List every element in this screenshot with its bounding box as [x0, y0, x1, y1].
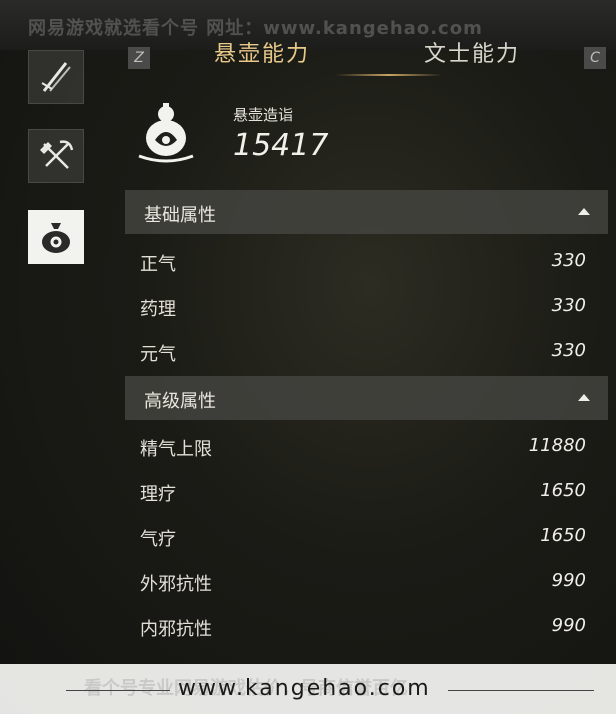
attribute-value: 1650	[540, 525, 586, 546]
next-tab-key-hint[interactable]: C	[584, 47, 606, 69]
attribute-value: 330	[551, 295, 586, 316]
attribute-row: 气疗 1650	[125, 517, 608, 557]
attribute-row: 元气 330	[125, 332, 608, 372]
attribute-label: 元气	[140, 344, 176, 365]
tab-xuanhu-ability[interactable]: 悬壶能力	[214, 40, 310, 70]
footer-divider	[66, 690, 170, 691]
attribute-row: 内邪抗性 990	[125, 607, 608, 647]
attribute-value: 1650	[540, 480, 586, 501]
score-value: 15417	[233, 128, 329, 163]
attribute-label: 精气上限	[140, 439, 212, 460]
attribute-label: 气疗	[140, 529, 176, 550]
attribute-row: 外邪抗性 990	[125, 562, 608, 602]
attribute-row: 药理 330	[125, 287, 608, 327]
attribute-label: 内邪抗性	[140, 619, 212, 640]
sidebar-item-medicine[interactable]	[28, 210, 84, 264]
attribute-value: 330	[551, 250, 586, 271]
attribute-row: 理疗 1650	[125, 472, 608, 512]
attribute-row: 精气上限 11880	[125, 427, 608, 467]
footer-divider	[448, 690, 594, 691]
attribute-value: 11880	[528, 435, 586, 456]
attribute-label: 外邪抗性	[140, 574, 212, 595]
prev-tab-key-hint[interactable]: Z	[128, 47, 150, 69]
attribute-value: 990	[551, 615, 586, 636]
active-tab-underline	[336, 74, 442, 76]
section-title: 高级属性	[144, 391, 216, 412]
watermark-footer: 看个号专业网易游戏估价，号商信誉百亿 www.kangehao.com	[0, 664, 616, 714]
sword-icon	[41, 62, 71, 92]
attribute-label: 正气	[140, 254, 176, 275]
collapse-caret-icon[interactable]	[578, 394, 590, 401]
watermark-text: 网易游戏就选看个号 网址：www.kangehao.com	[28, 18, 483, 39]
section-advanced-attributes[interactable]: 高级属性	[125, 376, 608, 420]
tab-wenshi-ability[interactable]: 文士能力	[424, 40, 520, 70]
shovel-pickaxe-icon	[40, 140, 74, 169]
attribute-label: 药理	[140, 299, 176, 320]
attribute-value: 330	[551, 340, 586, 361]
sidebar-item-weapon[interactable]	[28, 50, 84, 104]
section-title: 基础属性	[144, 205, 216, 226]
sidebar-item-gathering[interactable]	[28, 129, 84, 183]
attribute-row: 正气 330	[125, 242, 608, 282]
ability-tabs: Z 悬壶能力 文士能力 C	[128, 40, 608, 76]
collapse-caret-icon[interactable]	[578, 208, 590, 215]
section-basic-attributes[interactable]: 基础属性	[125, 190, 608, 234]
attribute-value: 990	[551, 570, 586, 591]
medicine-bag-icon	[42, 223, 70, 253]
attribute-label: 理疗	[140, 484, 176, 505]
score-label: 悬壶造诣	[233, 106, 294, 124]
footer-url: www.kangehao.com	[178, 676, 431, 701]
gourd-icon	[138, 103, 194, 163]
